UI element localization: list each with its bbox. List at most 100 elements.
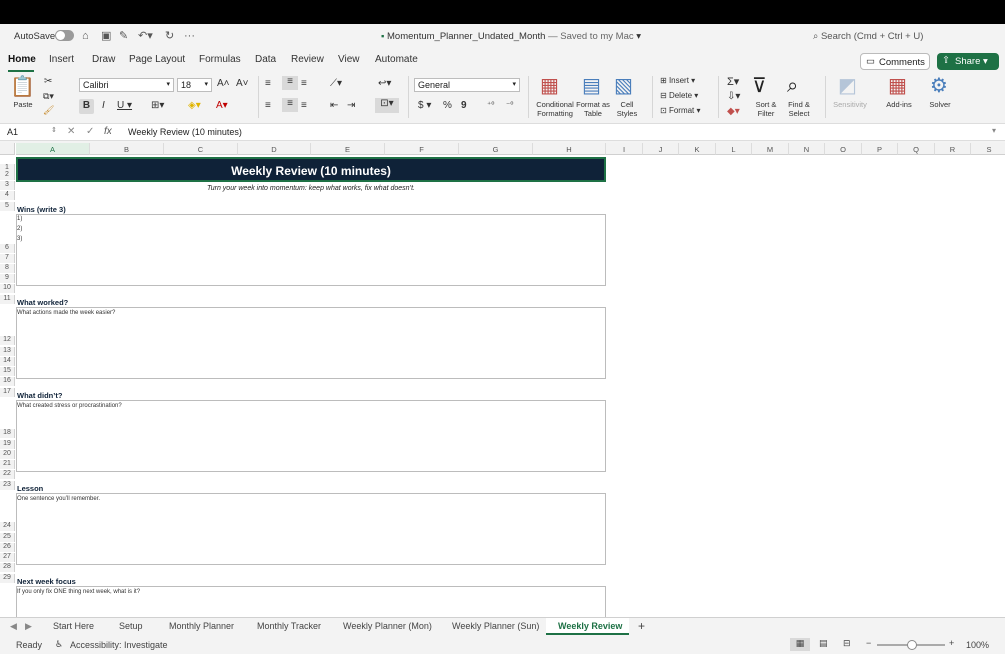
column-header[interactable]: G: [459, 143, 533, 155]
share-button[interactable]: ⇪ Share ▾: [937, 53, 999, 70]
tab-home[interactable]: Home: [8, 54, 36, 65]
sheet-tab-weekly-planner-mon[interactable]: Weekly Planner (Mon): [343, 621, 432, 631]
row-header[interactable]: 27: [0, 553, 15, 562]
formula-content[interactable]: Weekly Review (10 minutes): [128, 127, 242, 137]
add-ins-icon[interactable]: ▦: [888, 75, 907, 97]
home-icon[interactable]: ⌂: [82, 30, 89, 42]
bold-button[interactable]: B: [79, 99, 94, 114]
column-header[interactable]: C: [164, 143, 238, 155]
column-header[interactable]: L: [716, 143, 752, 155]
borders-icon[interactable]: ⊞▾: [151, 100, 164, 111]
edit-icon[interactable]: ✎: [119, 30, 128, 42]
zoom-in-icon[interactable]: +: [949, 638, 954, 648]
wrap-text-icon[interactable]: ↩▾: [378, 78, 391, 89]
delete-cells-button[interactable]: ⊟ Delete ▾: [660, 91, 698, 100]
row-header[interactable]: 14: [0, 357, 15, 366]
zoom-out-icon[interactable]: −: [866, 638, 871, 648]
fill-icon[interactable]: ⇩▾: [727, 91, 740, 102]
search-box[interactable]: ⌕ Search (Cmd + Ctrl + U): [813, 31, 923, 42]
row-header[interactable]: 28: [0, 563, 15, 572]
font-name-select[interactable]: Calibri ▾: [79, 78, 174, 92]
normal-view-icon[interactable]: ▦: [790, 638, 810, 651]
increase-indent-icon[interactable]: ⇥: [347, 100, 355, 111]
sheet-subtitle[interactable]: Turn your week into momentum: keep what …: [16, 185, 606, 192]
zoom-level[interactable]: 100%: [966, 640, 989, 650]
row-header[interactable]: 13: [0, 347, 15, 356]
align-left-icon[interactable]: ≡: [265, 100, 271, 111]
cut-icon[interactable]: ✂: [44, 76, 52, 87]
format-painter-icon[interactable]: 🖌: [43, 105, 54, 116]
tab-draw[interactable]: Draw: [92, 54, 115, 65]
align-right-icon[interactable]: ≡: [301, 100, 307, 111]
didnt-title[interactable]: What didn’t?: [17, 391, 62, 400]
tab-insert[interactable]: Insert: [49, 54, 74, 65]
column-header[interactable]: P: [862, 143, 898, 155]
page-layout-view-icon[interactable]: ▤: [819, 638, 828, 649]
zoom-slider[interactable]: [877, 640, 945, 650]
tab-automate[interactable]: Automate: [375, 54, 418, 65]
expand-formula-icon[interactable]: ▾: [992, 126, 996, 135]
align-top-icon[interactable]: ≡: [265, 78, 271, 89]
increase-decimal-icon[interactable]: ⁺⁰: [487, 100, 494, 109]
decrease-font-icon[interactable]: A˅: [236, 78, 249, 89]
find-select-icon[interactable]: ⌕: [787, 75, 798, 97]
orientation-icon[interactable]: ⟋▾: [330, 78, 342, 89]
sensitivity-icon[interactable]: ◩: [838, 75, 857, 97]
wins-title[interactable]: Wins (write 3): [17, 205, 66, 214]
row-header[interactable]: 29: [0, 574, 15, 583]
copy-icon[interactable]: ⧉▾: [43, 91, 54, 102]
row-header[interactable]: 26: [0, 543, 15, 552]
didnt-box[interactable]: [16, 400, 606, 472]
sheet-tab-monthly-planner[interactable]: Monthly Planner: [169, 621, 234, 631]
italic-button[interactable]: I: [102, 100, 105, 111]
lesson-box[interactable]: [16, 493, 606, 565]
cancel-icon[interactable]: ✕: [67, 126, 75, 137]
row-header[interactable]: 7: [0, 254, 15, 263]
currency-icon[interactable]: $ ▾: [418, 100, 431, 111]
row-header[interactable]: 17: [0, 388, 15, 397]
row-header[interactable]: 5: [0, 202, 15, 211]
comma-icon[interactable]: 9: [461, 100, 467, 111]
row-header[interactable]: 25: [0, 533, 15, 542]
fill-color-icon[interactable]: ◈▾: [188, 100, 201, 111]
conditional-formatting-icon[interactable]: ▦: [540, 75, 559, 97]
column-header[interactable]: O: [825, 143, 862, 155]
worksheet-grid[interactable]: ABCDEFGHIJKLMNOPQRS 1 2 3 4 5 6 7 8 9 10 11 12 13 14 1…: [0, 143, 1005, 617]
clear-icon[interactable]: ◆▾: [727, 106, 740, 117]
percent-icon[interactable]: %: [443, 100, 452, 111]
sheet-tab-monthly-tracker[interactable]: Monthly Tracker: [257, 621, 321, 631]
sheet-tab-start-here[interactable]: Start Here: [53, 621, 94, 631]
column-header[interactable]: E: [311, 143, 385, 155]
redo-icon[interactable]: ↻: [165, 30, 174, 42]
number-format-select[interactable]: General ▾: [414, 78, 520, 92]
worked-title[interactable]: What worked?: [17, 298, 68, 307]
row-header[interactable]: 3: [0, 181, 15, 190]
save-icon[interactable]: ▣: [101, 30, 111, 42]
row-header[interactable]: 6: [0, 244, 15, 253]
autosum-icon[interactable]: Σ▾: [727, 75, 739, 88]
tab-view[interactable]: View: [338, 54, 360, 65]
row-header[interactable]: 11: [0, 295, 15, 304]
tab-data[interactable]: Data: [255, 54, 276, 65]
align-bottom-icon[interactable]: ≡: [301, 78, 307, 89]
underline-button[interactable]: U ▾: [117, 100, 132, 111]
column-header[interactable]: F: [385, 143, 459, 155]
align-center-icon[interactable]: ≡: [282, 98, 298, 112]
next-sheet-icon[interactable]: ▶: [25, 621, 32, 632]
row-header[interactable]: 18: [0, 429, 15, 438]
tab-page-layout[interactable]: Page Layout: [129, 54, 185, 65]
document-title[interactable]: ▪ Momentum_Planner_Undated_Month — Saved…: [381, 31, 641, 42]
column-header[interactable]: B: [90, 143, 164, 155]
worked-box[interactable]: [16, 307, 606, 379]
format-as-table-icon[interactable]: ▤: [582, 75, 601, 97]
sort-filter-icon[interactable]: ⊽: [752, 75, 767, 97]
sheet-tab-weekly-review[interactable]: Weekly Review: [558, 621, 622, 631]
autosave-toggle[interactable]: [55, 30, 74, 41]
page-break-view-icon[interactable]: ⊟: [843, 638, 851, 649]
row-header[interactable]: 8: [0, 264, 15, 273]
more-icon[interactable]: ···: [184, 30, 195, 42]
column-header[interactable]: J: [643, 143, 679, 155]
merge-center-icon[interactable]: ⊡▾: [375, 98, 399, 113]
lesson-title[interactable]: Lesson: [17, 484, 43, 493]
column-header[interactable]: H: [533, 143, 606, 155]
